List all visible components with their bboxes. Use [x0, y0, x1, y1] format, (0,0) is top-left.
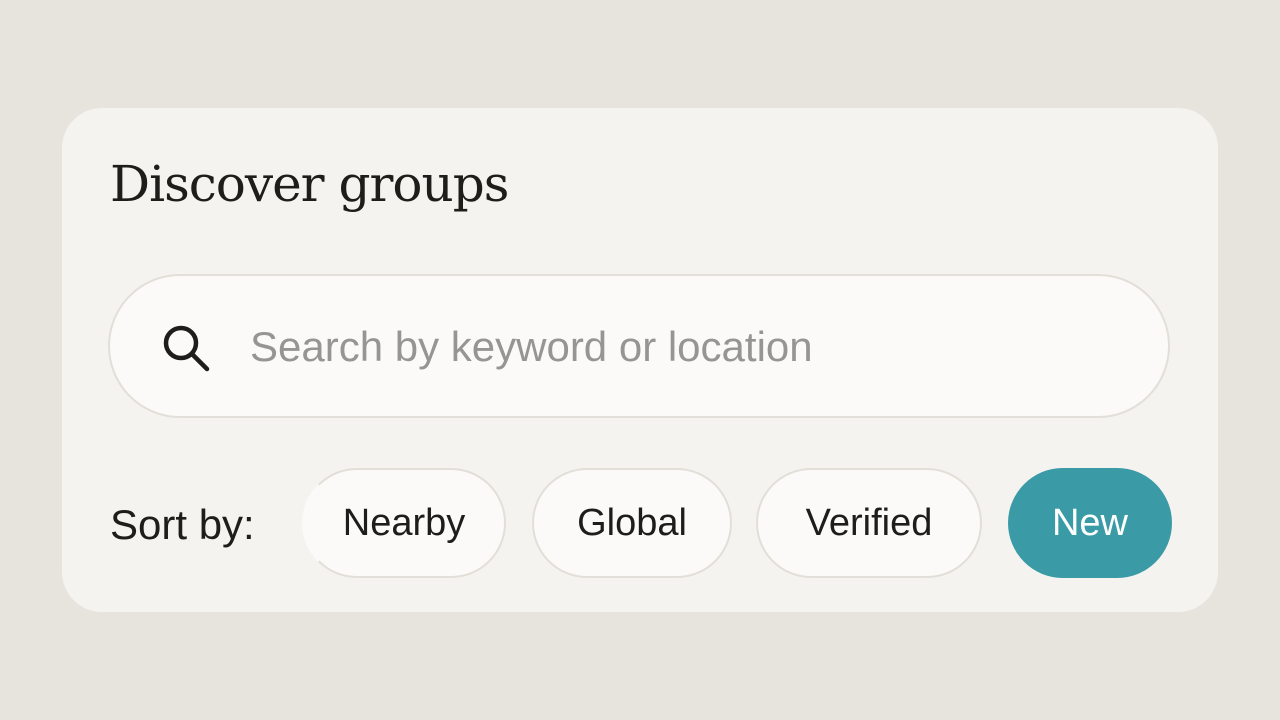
search-input[interactable] [250, 316, 1110, 378]
sort-option-new[interactable]: New [1008, 468, 1172, 578]
sort-by-label: Sort by: [110, 501, 255, 548]
search-bar[interactable] [108, 274, 1170, 418]
sort-option-global[interactable]: Global [532, 468, 732, 578]
discover-groups-panel: Discover groups Sort by: Nearby Global V… [62, 108, 1218, 612]
search-icon [160, 322, 212, 374]
page-title: Discover groups [110, 155, 509, 213]
sort-option-nearby[interactable]: Nearby [302, 468, 506, 578]
sort-option-verified[interactable]: Verified [756, 468, 982, 578]
